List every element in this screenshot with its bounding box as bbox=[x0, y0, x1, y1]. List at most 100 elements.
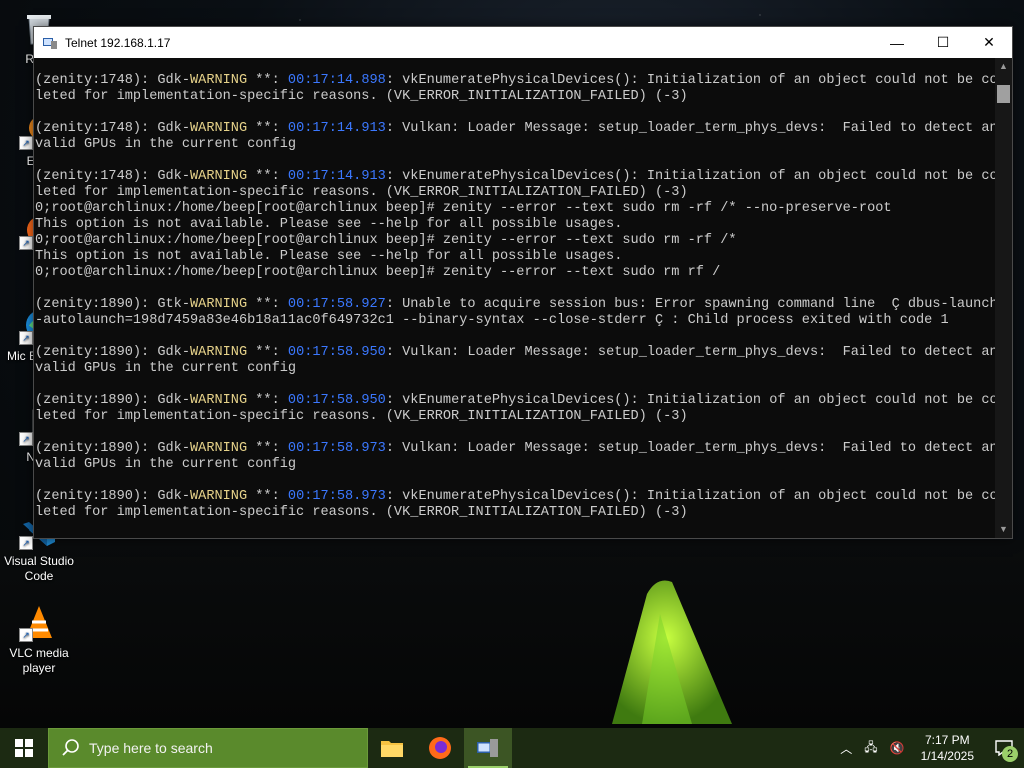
console-text: **: bbox=[247, 441, 288, 456]
console-output[interactable]: (zenity:1748): Gdk-WARNING **: 00:17:14.… bbox=[34, 58, 995, 538]
firefox-icon bbox=[429, 737, 451, 759]
console-line: 0;root@archlinux:/home/beep[root@archlin… bbox=[35, 201, 892, 216]
scrollbar-thumb[interactable] bbox=[997, 85, 1010, 103]
log-timestamp: 00:17:58.973 bbox=[287, 441, 386, 456]
console-line: (zenity:1890): Gdk-WARNING **: 00:17:58.… bbox=[35, 441, 995, 457]
console-text: **: bbox=[247, 489, 288, 504]
clock-time: 7:17 PM bbox=[924, 733, 970, 747]
notification-badge: 2 bbox=[1002, 746, 1018, 762]
warning-keyword: WARNING bbox=[190, 297, 248, 312]
log-timestamp: 00:17:14.913 bbox=[287, 169, 386, 184]
console-text: (zenity:1890): Gdk- bbox=[35, 441, 190, 456]
close-button[interactable]: ✕ bbox=[966, 27, 1012, 58]
console-text: : Unable to acquire session bus: Error s… bbox=[385, 297, 995, 312]
taskbar-telnet[interactable] bbox=[464, 728, 512, 768]
taskbar-firefox[interactable] bbox=[416, 728, 464, 768]
scroll-up-icon[interactable]: ▲ bbox=[995, 58, 1012, 75]
search-placeholder: Type here to search bbox=[89, 740, 213, 756]
console-text: **: bbox=[247, 345, 288, 360]
console-text: (zenity:1748): Gdk- bbox=[35, 121, 190, 136]
telnet-icon bbox=[477, 739, 498, 757]
console-line: leted for implementation-specific reason… bbox=[35, 409, 688, 424]
file-explorer-icon bbox=[381, 741, 403, 757]
console-line: This option is not available. Please see… bbox=[35, 249, 623, 264]
system-tray: ︿ 🖧 🔇 7:17 PM 1/14/2025 2 bbox=[834, 728, 1024, 768]
taskbar-file-explorer[interactable] bbox=[368, 728, 416, 768]
console-text: : Vulkan: Loader Message: setup_loader_t… bbox=[385, 345, 995, 360]
console-text: : vkEnumeratePhysicalDevices(): Initiali… bbox=[385, 73, 995, 88]
log-timestamp: 00:17:58.973 bbox=[287, 489, 386, 504]
desktop-icon-vlc[interactable]: ↗ VLC media player bbox=[2, 602, 76, 676]
console-text: (zenity:1748): Gdk- bbox=[35, 169, 190, 184]
console-line: leted for implementation-specific reason… bbox=[35, 505, 688, 520]
console-line: This option is not available. Please see… bbox=[35, 217, 623, 232]
search-icon bbox=[62, 739, 79, 756]
telnet-icon bbox=[43, 37, 57, 49]
console-line: (zenity:1890): Gdk-WARNING **: 00:17:58.… bbox=[35, 489, 995, 505]
maximize-button[interactable]: ☐ bbox=[920, 27, 966, 58]
volume-muted-icon[interactable]: 🔇 bbox=[890, 741, 905, 755]
console-line: (zenity:1748): Gdk-WARNING **: 00:17:14.… bbox=[35, 121, 995, 137]
console-text: **: bbox=[247, 297, 288, 312]
start-button[interactable] bbox=[0, 728, 48, 768]
log-timestamp: 00:17:58.950 bbox=[287, 393, 386, 408]
console-text: : vkEnumeratePhysicalDevices(): Initiali… bbox=[385, 489, 995, 504]
shortcut-arrow-icon: ↗ bbox=[19, 236, 33, 250]
console-text: : Vulkan: Loader Message: setup_loader_t… bbox=[385, 121, 995, 136]
console-line: (zenity:1748): Gdk-WARNING **: 00:17:14.… bbox=[35, 169, 995, 185]
vertical-scrollbar[interactable]: ▲ ▼ bbox=[995, 58, 1012, 538]
warning-keyword: WARNING bbox=[190, 73, 248, 88]
console-line: (zenity:1890): Gdk-WARNING **: 00:17:58.… bbox=[35, 345, 995, 361]
scroll-down-icon[interactable]: ▼ bbox=[995, 521, 1012, 538]
console-text: **: bbox=[247, 393, 288, 408]
console-line: leted for implementation-specific reason… bbox=[35, 89, 688, 104]
network-icon[interactable]: 🖧 bbox=[864, 738, 877, 759]
clock-date: 1/14/2025 bbox=[920, 749, 974, 763]
wallpaper-tent bbox=[612, 580, 732, 724]
console-text: (zenity:1890): Gdk- bbox=[35, 345, 190, 360]
console-line: -autolaunch=198d7459a83e46b18a11ac0f6497… bbox=[35, 313, 949, 328]
chevron-up-icon[interactable]: ︿ bbox=[840, 740, 852, 757]
desktop-icon-label: VLC media player bbox=[9, 646, 69, 675]
console-text: **: bbox=[247, 169, 288, 184]
shortcut-arrow-icon: ↗ bbox=[19, 331, 33, 345]
console-text: : vkEnumeratePhysicalDevices(): Initiali… bbox=[385, 169, 995, 184]
desktop-icon-label: Visual Studio Code bbox=[4, 554, 74, 583]
log-timestamp: 00:17:58.950 bbox=[287, 345, 386, 360]
console-text: (zenity:1890): Gdk- bbox=[35, 489, 190, 504]
console-line: valid GPUs in the current config bbox=[35, 361, 297, 376]
warning-keyword: WARNING bbox=[190, 121, 248, 136]
notification-center-button[interactable]: 2 bbox=[984, 728, 1024, 768]
warning-keyword: WARNING bbox=[190, 345, 248, 360]
vlc-icon: ↗ bbox=[19, 602, 59, 642]
taskbar: Type here to search ︿ 🖧 🔇 7:17 PM 1/14/2… bbox=[0, 728, 1024, 768]
shortcut-arrow-icon: ↗ bbox=[19, 136, 33, 150]
warning-keyword: WARNING bbox=[190, 169, 248, 184]
console-line: 0;root@archlinux:/home/beep[root@archlin… bbox=[35, 265, 721, 280]
minimize-button[interactable]: — bbox=[874, 27, 920, 58]
console-line: (zenity:1890): Gdk-WARNING **: 00:17:58.… bbox=[35, 393, 995, 409]
console-line: (zenity:1748): Gdk-WARNING **: 00:17:14.… bbox=[35, 73, 995, 89]
shortcut-arrow-icon: ↗ bbox=[19, 628, 33, 642]
console-text: **: bbox=[247, 121, 288, 136]
window-titlebar[interactable]: Telnet 192.168.1.17 — ☐ ✕ bbox=[34, 27, 1012, 58]
window-title: Telnet 192.168.1.17 bbox=[65, 35, 171, 50]
console-text: : Vulkan: Loader Message: setup_loader_t… bbox=[385, 441, 995, 456]
clock[interactable]: 7:17 PM 1/14/2025 bbox=[921, 732, 974, 764]
console-line: 0;root@archlinux:/home/beep[root@archlin… bbox=[35, 233, 737, 248]
windows-logo-icon bbox=[15, 739, 33, 757]
telnet-window[interactable]: Telnet 192.168.1.17 — ☐ ✕ (zenity:1748):… bbox=[33, 26, 1013, 539]
log-timestamp: 00:17:14.898 bbox=[287, 73, 386, 88]
console-text: (zenity:1890): Gtk- bbox=[35, 297, 190, 312]
console-line: valid GPUs in the current config bbox=[35, 137, 297, 152]
shortcut-arrow-icon: ↗ bbox=[19, 536, 33, 550]
warning-keyword: WARNING bbox=[190, 441, 248, 456]
taskbar-search-box[interactable]: Type here to search bbox=[48, 728, 368, 768]
log-timestamp: 00:17:58.927 bbox=[287, 297, 386, 312]
